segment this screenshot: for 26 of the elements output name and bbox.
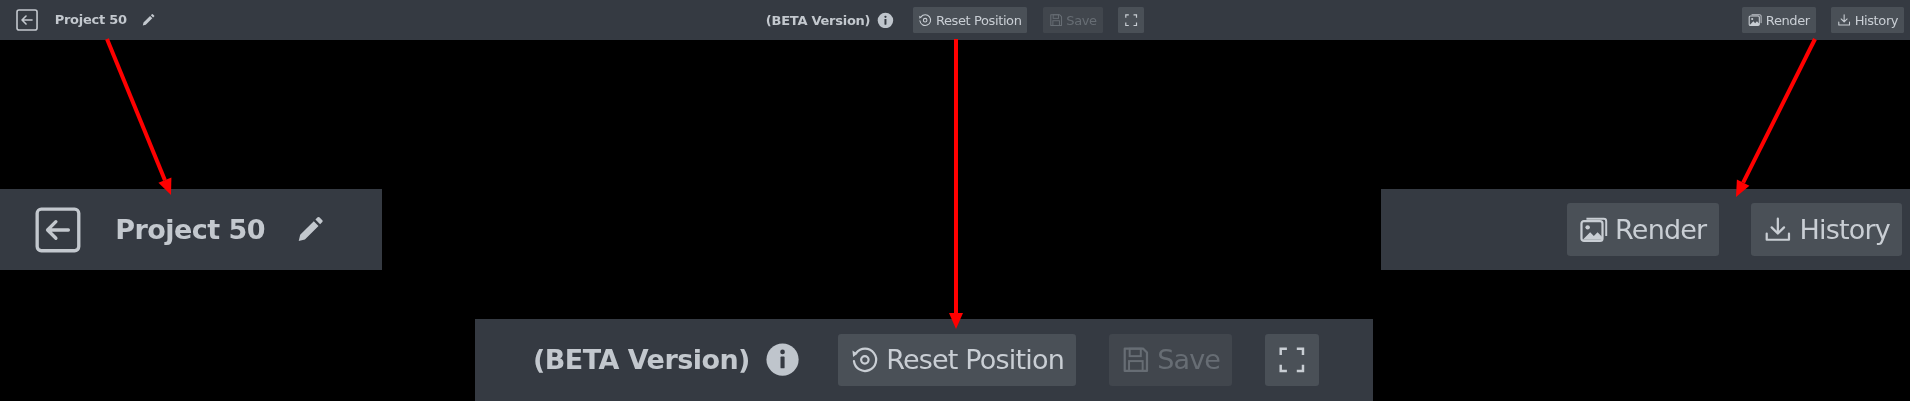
pencil-icon bbox=[141, 12, 156, 28]
back-button[interactable] bbox=[15, 7, 40, 32]
back-icon bbox=[15, 7, 40, 32]
download-icon bbox=[1837, 12, 1852, 28]
fullscreen-button[interactable] bbox=[1264, 333, 1319, 387]
fullscreen-button[interactable] bbox=[1118, 7, 1145, 33]
image-icon bbox=[1748, 12, 1763, 28]
back-button[interactable] bbox=[33, 204, 83, 255]
render-button[interactable]: Render bbox=[1566, 203, 1719, 256]
history-button[interactable]: History bbox=[1831, 7, 1904, 33]
info-icon[interactable] bbox=[764, 342, 800, 378]
info-icon[interactable] bbox=[877, 11, 895, 29]
edit-name-button[interactable] bbox=[141, 12, 156, 28]
reset-position-button[interactable]: Reset Position bbox=[837, 333, 1077, 387]
reset-icon bbox=[918, 12, 933, 28]
beta-label: (BETA Version) bbox=[765, 12, 871, 28]
render-button[interactable]: Render bbox=[1742, 7, 1816, 33]
reset-position-button[interactable]: Reset Position bbox=[912, 7, 1028, 33]
back-icon bbox=[33, 204, 83, 255]
history-button[interactable]: History bbox=[1750, 203, 1902, 256]
project-name: Project 50 bbox=[54, 12, 127, 28]
beta-label: (BETA Version) bbox=[533, 344, 750, 376]
fullscreen-icon bbox=[1124, 12, 1139, 28]
save-icon bbox=[1048, 12, 1064, 28]
project-name: Project 50 bbox=[115, 214, 266, 245]
fullscreen-icon bbox=[1276, 345, 1307, 375]
